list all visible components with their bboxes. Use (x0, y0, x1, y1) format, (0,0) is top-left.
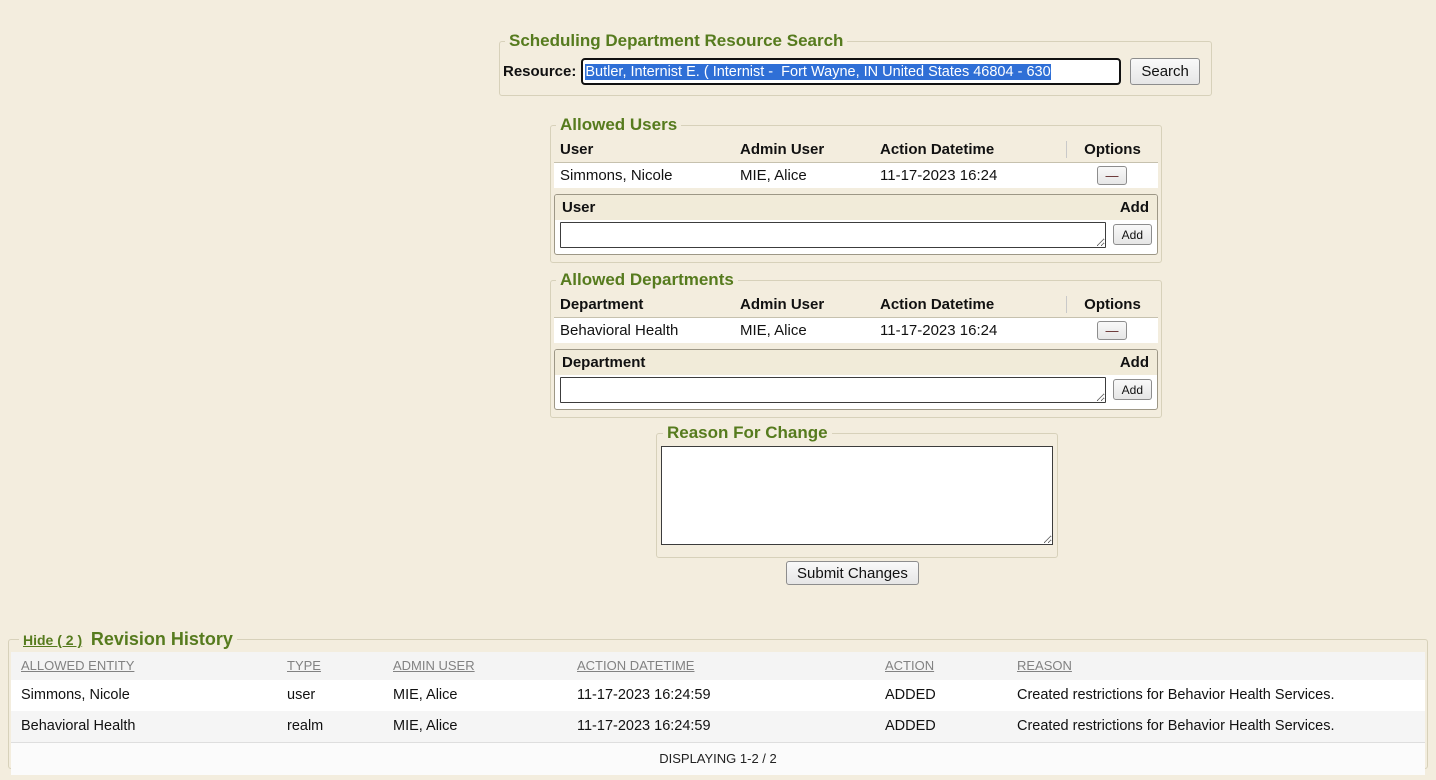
resource-search-fieldset: Scheduling Department Resource Search Re… (499, 31, 1212, 96)
action-cell: ADDED (885, 718, 1017, 734)
revision-history-legend: Hide ( 2 ) Revision History (19, 629, 237, 650)
action-datetime-cell: 11-17-2023 16:24:59 (577, 687, 885, 703)
add-user-box-header: User Add (555, 195, 1157, 220)
add-department-box: Department Add Add (554, 349, 1158, 410)
options-cell: — (1066, 321, 1158, 340)
admin-user-cell: MIE, Alice (393, 718, 577, 734)
add-user-box: User Add Add (554, 194, 1158, 255)
col-header-reason[interactable]: REASON (1017, 658, 1425, 673)
department-cell: Behavioral Health (560, 322, 740, 339)
add-department-box-body: Add (555, 375, 1157, 409)
allowed-departments-fieldset: Allowed Departments Department Admin Use… (550, 270, 1162, 418)
resource-search-legend: Scheduling Department Resource Search (505, 31, 847, 51)
col-header-type[interactable]: TYPE (287, 658, 393, 673)
allowed-users-legend: Allowed Users (556, 115, 681, 135)
admin-user-cell: MIE, Alice (393, 687, 577, 703)
admin-user-cell: MIE, Alice (740, 322, 880, 339)
action-datetime-cell: 11-17-2023 16:24 (880, 322, 1066, 339)
table-row: Simmons, Nicole MIE, Alice 11-17-2023 16… (554, 163, 1158, 188)
col-header-action-datetime: Action Datetime (880, 141, 1066, 158)
paging-status: DISPLAYING 1-2 / 2 (11, 742, 1425, 775)
add-department-header-label: Department (562, 354, 645, 371)
col-header-action-datetime[interactable]: ACTION DATETIME (577, 658, 885, 673)
action-cell: ADDED (885, 687, 1017, 703)
table-row: Behavioral Health realm MIE, Alice 11-17… (11, 711, 1425, 742)
allowed-departments-legend: Allowed Departments (556, 270, 738, 290)
type-cell: realm (287, 718, 393, 734)
reason-for-change-textarea[interactable] (661, 446, 1053, 545)
resource-label: Resource: (503, 63, 576, 80)
submit-row: Submit Changes (0, 561, 1436, 585)
reason-for-change-legend: Reason For Change (663, 423, 832, 443)
resource-input-selected-text: Butler, Internist E. ( Internist - Fort … (585, 64, 1050, 80)
user-cell: Simmons, Nicole (560, 167, 740, 184)
allowed-entity-cell: Simmons, Nicole (11, 687, 287, 703)
add-user-header-label: User (562, 199, 595, 216)
add-department-input[interactable] (560, 377, 1106, 403)
type-cell: user (287, 687, 393, 703)
reason-cell: Created restrictions for Behavior Health… (1017, 687, 1425, 703)
col-header-admin-user: Admin User (740, 141, 880, 158)
action-datetime-cell: 11-17-2023 16:24 (880, 167, 1066, 184)
col-header-action[interactable]: ACTION (885, 658, 1017, 673)
reason-for-change-fieldset: Reason For Change (656, 423, 1058, 558)
allowed-users-fieldset: Allowed Users User Admin User Action Dat… (550, 115, 1162, 263)
col-header-options: Options (1066, 296, 1158, 313)
add-department-header-action: Add (1120, 354, 1149, 371)
remove-user-button[interactable]: — (1097, 166, 1127, 185)
revision-history-title: Revision History (91, 629, 233, 649)
search-button[interactable]: Search (1130, 58, 1200, 85)
allowed-users-table-header: User Admin User Action Datetime Options (554, 137, 1158, 163)
remove-department-button[interactable]: — (1097, 321, 1127, 340)
revision-history-fieldset: Hide ( 2 ) Revision History ALLOWED ENTI… (8, 629, 1428, 769)
col-header-allowed-entity[interactable]: ALLOWED ENTITY (11, 658, 287, 673)
resource-search-row: Resource: Butler, Internist E. ( Interni… (503, 58, 1207, 85)
resource-input[interactable]: Butler, Internist E. ( Internist - Fort … (581, 58, 1121, 85)
add-department-button[interactable]: Add (1113, 379, 1152, 400)
col-header-admin-user[interactable]: ADMIN USER (393, 658, 577, 673)
col-header-action-datetime: Action Datetime (880, 296, 1066, 313)
table-row: Simmons, Nicole user MIE, Alice 11-17-20… (11, 680, 1425, 711)
reason-cell: Created restrictions for Behavior Health… (1017, 718, 1425, 734)
options-cell: — (1066, 166, 1158, 185)
col-header-department: Department (560, 296, 740, 313)
hide-revision-history-link[interactable]: Hide ( 2 ) (23, 632, 82, 648)
table-row: Behavioral Health MIE, Alice 11-17-2023 … (554, 318, 1158, 343)
col-header-user: User (560, 141, 740, 158)
col-header-admin-user: Admin User (740, 296, 880, 313)
col-header-options: Options (1066, 141, 1158, 158)
allowed-departments-table-header: Department Admin User Action Datetime Op… (554, 292, 1158, 318)
submit-changes-button[interactable]: Submit Changes (786, 561, 919, 585)
add-user-button[interactable]: Add (1113, 224, 1152, 245)
add-user-box-body: Add (555, 220, 1157, 254)
allowed-entity-cell: Behavioral Health (11, 718, 287, 734)
revision-history-table-header: ALLOWED ENTITY TYPE ADMIN USER ACTION DA… (11, 652, 1425, 680)
add-user-header-action: Add (1120, 199, 1149, 216)
action-datetime-cell: 11-17-2023 16:24:59 (577, 718, 885, 734)
admin-user-cell: MIE, Alice (740, 167, 880, 184)
add-user-input[interactable] (560, 222, 1106, 248)
add-department-box-header: Department Add (555, 350, 1157, 375)
